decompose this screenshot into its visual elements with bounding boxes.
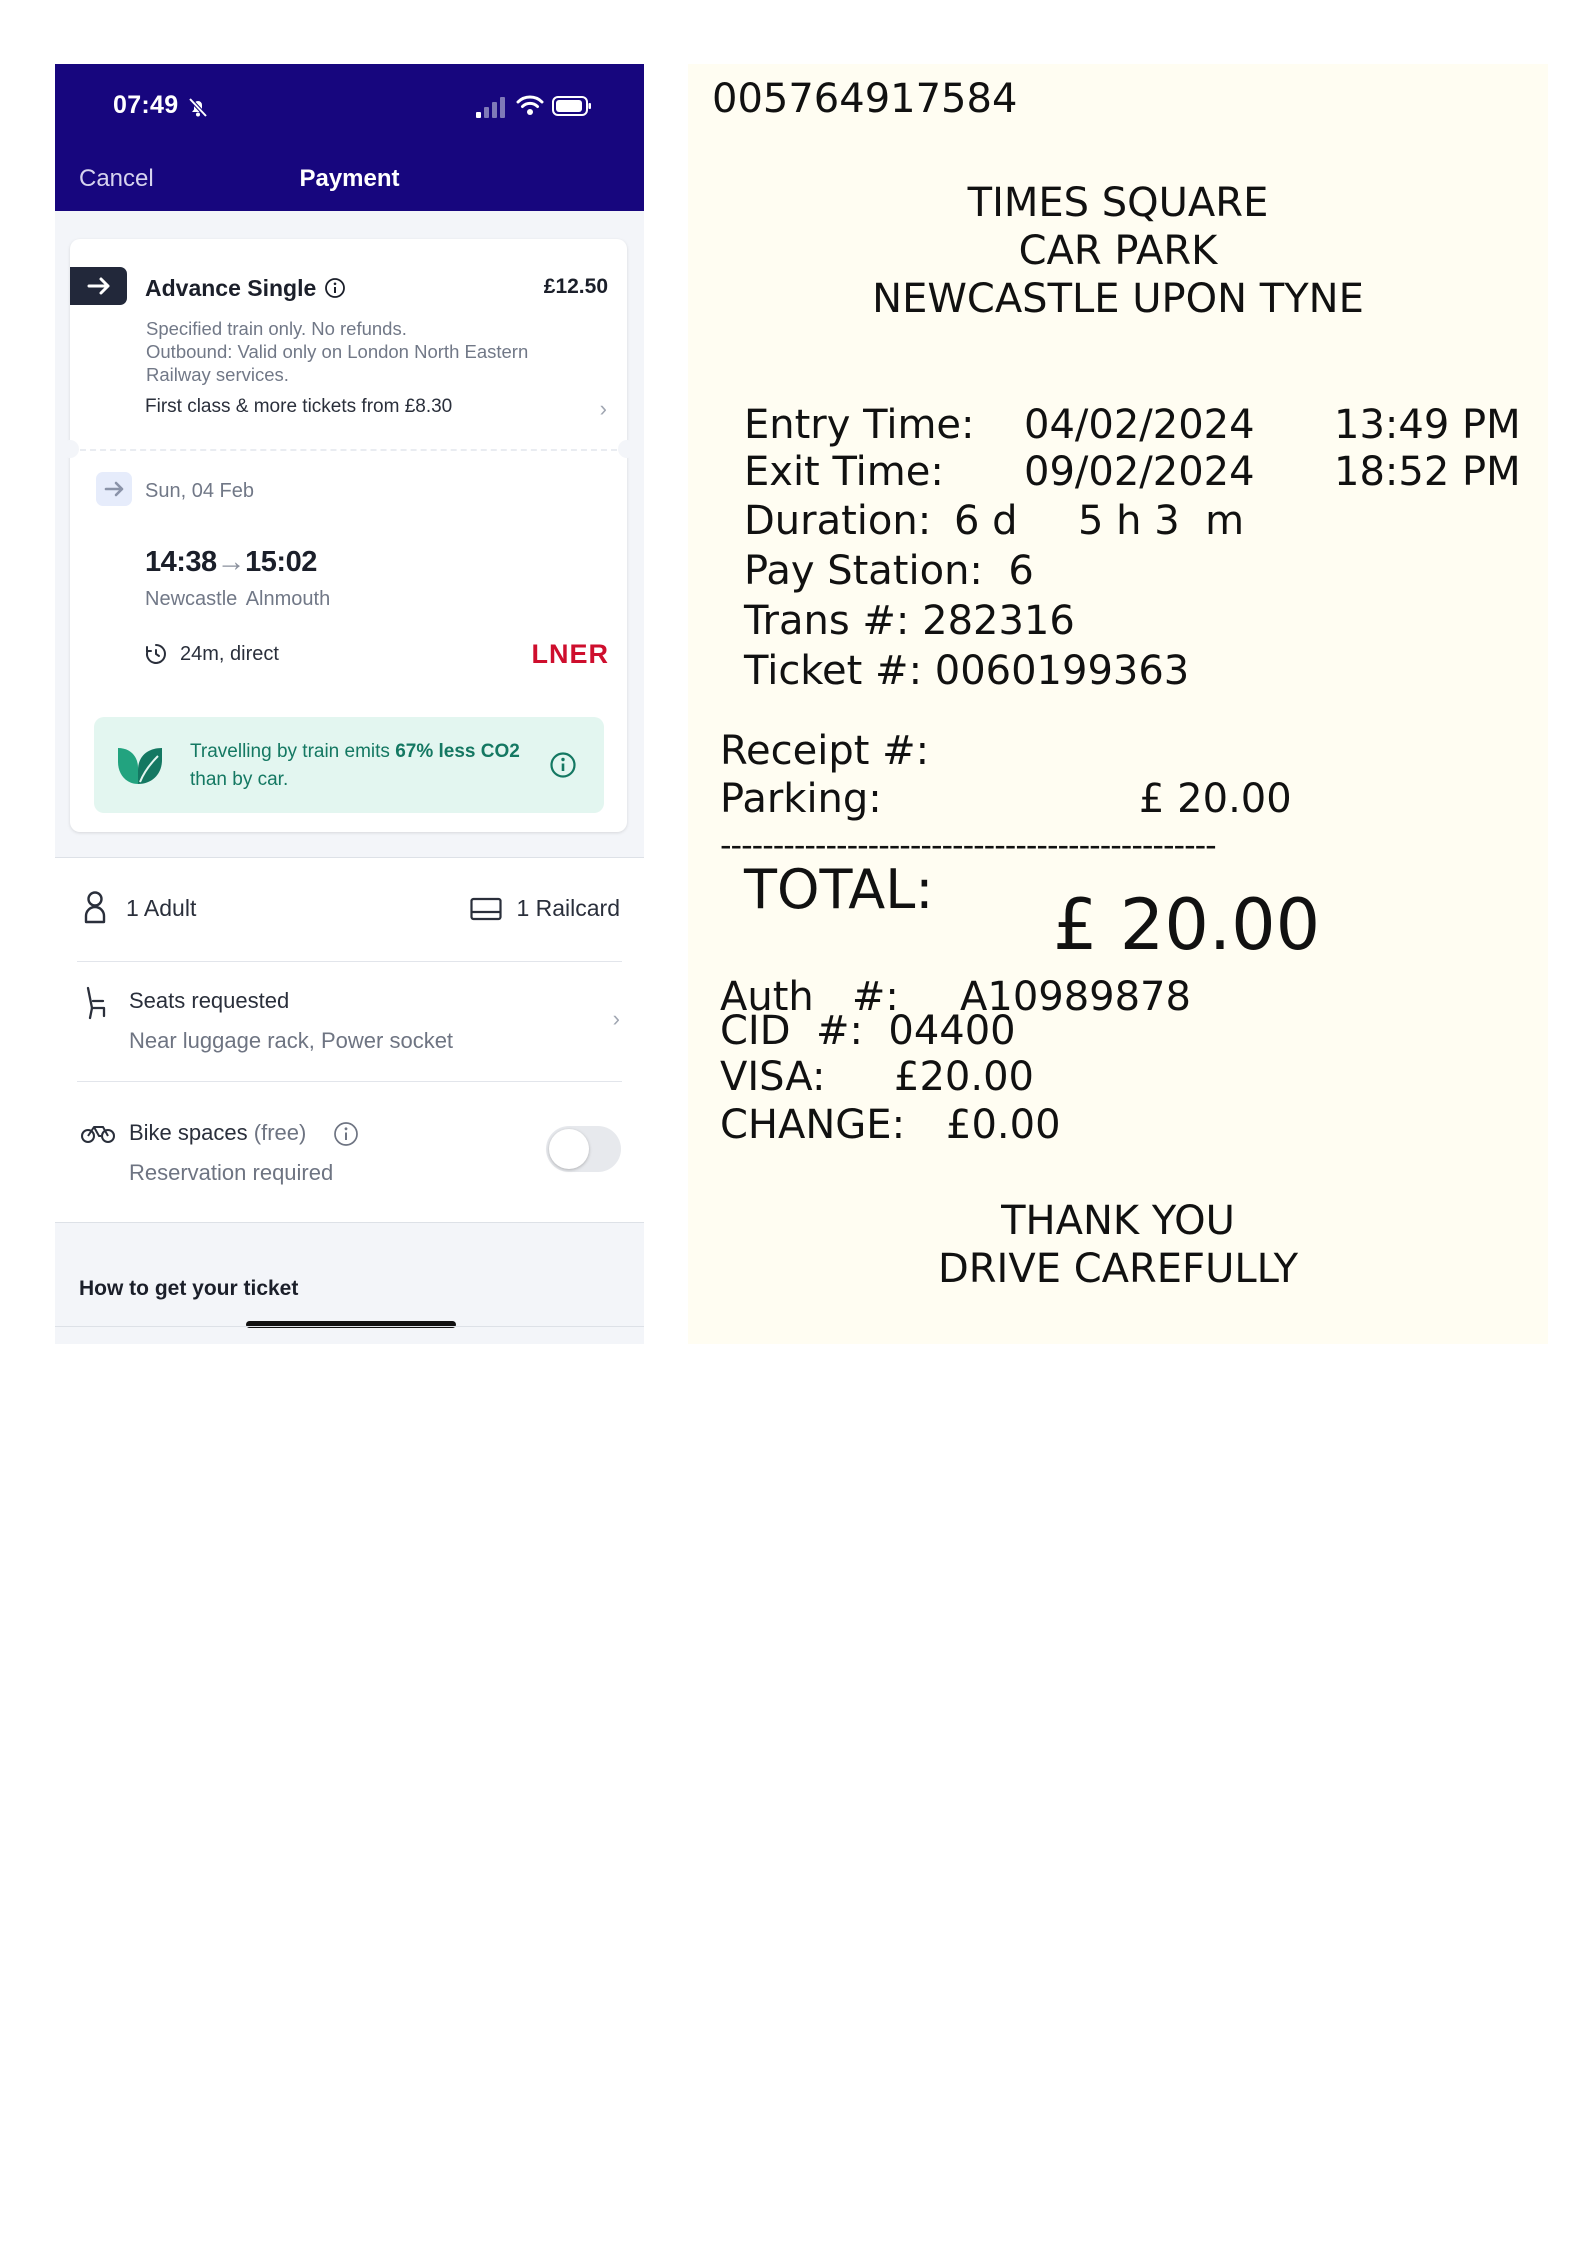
seats-label[interactable]: Seats requested [129, 988, 289, 1014]
eco-text-end: than by car. [190, 769, 289, 790]
total-amount: £ 20.00 [1053, 884, 1321, 966]
arrive-time: 15:02 [245, 546, 317, 578]
bike-free-tag: (free) [253, 1120, 307, 1145]
duration-hours-minutes: 5 h 3 m [1078, 498, 1245, 544]
info-icon[interactable] [333, 1121, 359, 1147]
thank-you: THANK YOU [1001, 1198, 1235, 1244]
ticket-card: Advance Single £12.50 Specified train on… [61, 239, 636, 832]
payment-screen: 07:49 Cancel Payment Advance Single £12.… [55, 64, 644, 1344]
change-amount: £0.00 [946, 1102, 1061, 1148]
receipt-number: 005764917584 [712, 76, 1018, 122]
passenger-options-panel: 1 Adult 1 Railcard Seats requested Near … [55, 857, 644, 1223]
visa-amount: £20.00 [894, 1054, 1034, 1100]
toggle-knob [549, 1129, 589, 1169]
passenger-count[interactable]: 1 Adult [126, 895, 196, 922]
seat-icon [86, 986, 106, 1020]
eco-text-start: Travelling by train emits [190, 741, 396, 762]
arrow-icon: → [216, 546, 246, 578]
single-arrow-tag [70, 267, 127, 305]
bike-label-text: Bike spaces [129, 1120, 248, 1145]
first-class-link[interactable]: First class & more tickets from £8.30 [145, 396, 452, 418]
duration-label: Duration: [744, 498, 932, 544]
drive-carefully: DRIVE CAREFULLY [937, 1246, 1299, 1292]
header-bar: 07:49 Cancel Payment [55, 64, 644, 211]
destination-station: Alnmouth [245, 588, 331, 610]
fare-restriction: Specified train only. No refunds. [146, 318, 407, 339]
card-notch-right [618, 440, 636, 458]
exit-time-label: Exit Time: [744, 449, 944, 495]
total-label: TOTAL: [744, 858, 934, 921]
car-park-location: NEWCASTLE UPON TYNE [872, 276, 1364, 322]
depart-time: 14:38 [145, 546, 217, 578]
clock-icon [146, 644, 166, 664]
change-label: CHANGE: [720, 1102, 906, 1148]
bike-icon [81, 1126, 115, 1143]
journey-duration: 24m, direct [180, 643, 279, 665]
pay-station: Pay Station: 6 [744, 548, 1034, 594]
railcard-count[interactable]: 1 Railcard [516, 895, 620, 922]
eco-message: Travelling by train emits 67% less CO2 t… [190, 738, 520, 794]
perforation-divider [70, 449, 627, 451]
arrow-right-icon [104, 481, 124, 497]
bell-off-icon [188, 97, 208, 118]
parking-receipt: 005764917584 TIMES SQUARE CAR PARK NEWCA… [688, 64, 1548, 1344]
bike-spaces-label: Bike spaces (free) [129, 1120, 306, 1146]
entry-time: 13:49 PM [1334, 402, 1521, 448]
entry-time-label: Entry Time: [744, 402, 975, 448]
bike-reservation-note: Reservation required [129, 1160, 334, 1185]
eco-co2: less CO2 [438, 741, 520, 762]
leaf-icon [118, 748, 162, 784]
bottom-divider [55, 1326, 644, 1327]
page-title: Payment [299, 165, 400, 192]
status-time: 07:49 [113, 91, 179, 119]
visa-label: VISA: [720, 1054, 826, 1100]
entry-date: 04/02/2024 [1024, 402, 1255, 448]
fare-validity: Outbound: Valid only on London North Eas… [146, 341, 529, 385]
person-icon [84, 891, 106, 924]
railcard-icon [470, 897, 502, 921]
info-icon[interactable] [324, 277, 346, 299]
chevron-right-icon[interactable]: › [600, 396, 607, 422]
exit-time: 18:52 PM [1334, 449, 1521, 495]
receipt-label: Receipt #: [720, 728, 930, 774]
signal-icon [476, 97, 505, 118]
eco-percent: 67% [395, 741, 434, 762]
outbound-arrow-badge [96, 472, 132, 506]
parking-label: Parking: [720, 776, 882, 822]
journey-times: 14:38→15:02 [145, 546, 317, 579]
seats-detail: Near luggage rack, Power socket [129, 1028, 454, 1053]
row-divider [77, 1081, 622, 1082]
transaction-number: Trans #: 282316 [744, 598, 1075, 644]
battery-icon [552, 96, 591, 116]
card-notch-left [61, 440, 79, 458]
fare-description: Specified train only. No refunds. Outbou… [146, 317, 546, 386]
eco-banner: Travelling by train emits 67% less CO2 t… [94, 717, 604, 813]
cid-number: CID #: 04400 [720, 1008, 1016, 1054]
fare-price: £12.50 [543, 275, 608, 298]
wifi-icon [516, 95, 544, 115]
exit-date: 09/02/2024 [1024, 449, 1255, 495]
parking-amount: £ 20.00 [1139, 776, 1292, 822]
operator-logo: LNER [531, 639, 609, 669]
duration-days: 6 d [954, 498, 1018, 544]
station-names: Newcastle Alnmouth [145, 588, 330, 611]
car-park-name-line2: CAR PARK [1018, 228, 1218, 274]
info-icon[interactable] [549, 751, 577, 779]
car-park-name-line1: TIMES SQUARE [967, 180, 1269, 226]
origin-station: Newcastle [145, 588, 238, 610]
bike-spaces-toggle[interactable] [546, 1126, 621, 1172]
travel-date: Sun, 04 Feb [145, 480, 254, 502]
arrow-right-icon [87, 277, 110, 295]
chevron-right-icon[interactable]: › [613, 1006, 620, 1032]
ticket-number: Ticket #: 0060199363 [744, 648, 1190, 694]
fare-name: Advance Single [145, 275, 317, 301]
how-to-get-ticket-heading: How to get your ticket [79, 1277, 299, 1300]
row-divider [77, 961, 622, 962]
